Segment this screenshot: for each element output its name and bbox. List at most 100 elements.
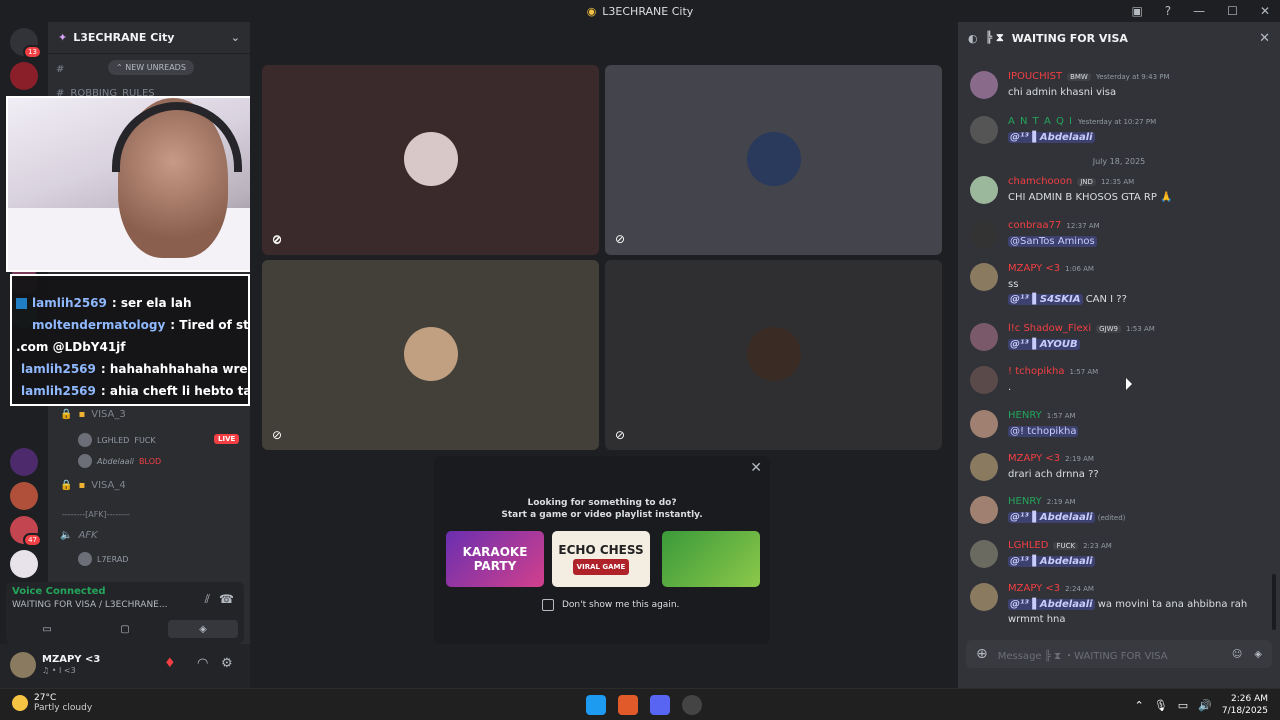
screenshare-button[interactable]: ▢: [90, 620, 160, 638]
voice-connected-label: Voice Connected: [12, 586, 106, 597]
voice-connection-panel: Voice Connected WAITING FOR VISA / L3ECH…: [6, 582, 244, 644]
day-separator: July 18, 2025: [1092, 157, 1146, 166]
emoji-icon[interactable]: ☺: [1232, 649, 1242, 660]
folder-icon: ▪: [78, 409, 86, 420]
server-badge-icon: ✦: [58, 31, 68, 44]
voice-channel-afk[interactable]: 🔈 AFK: [60, 530, 98, 541]
camera-button[interactable]: ▭: [12, 620, 82, 638]
network-icon[interactable]: ▭: [1178, 699, 1188, 712]
headphones-icon[interactable]: ◠: [197, 656, 208, 671]
add-attachment-icon[interactable]: ⊕: [976, 646, 988, 662]
help-icon[interactable]: ?: [1165, 4, 1171, 18]
avatar[interactable]: [970, 323, 998, 351]
mic-icon[interactable]: 🎙: [1154, 699, 1168, 712]
participant-tile[interactable]: ⊘: [262, 260, 599, 450]
user-mention[interactable]: @¹³ ▌S4SKIA: [1008, 294, 1083, 305]
user-mention[interactable]: @SanTos Aminos: [1008, 236, 1097, 247]
server-icon[interactable]: 47: [10, 516, 42, 547]
avatar[interactable]: [970, 540, 998, 568]
participant-tile[interactable]: [605, 65, 942, 255]
disconnect-icon[interactable]: ☎: [219, 592, 234, 606]
game-tile[interactable]: [662, 531, 760, 587]
activity-launcher: ✕ Looking for something to do? Start a g…: [434, 456, 770, 644]
new-unreads-pill[interactable]: ⌃ NEW UNREADS: [108, 60, 194, 75]
message-composer[interactable]: ⊕ Message ╠ ⧗ ・WAITING FOR VISA ☺ ◈: [966, 640, 1272, 668]
twitch-icon: [16, 297, 27, 309]
avatar[interactable]: [10, 652, 36, 678]
user-mention[interactable]: @¹³ ▌AYOUB: [1008, 339, 1080, 350]
chevron-up-icon[interactable]: ⌃: [1135, 699, 1144, 712]
webcam-overlay: [6, 96, 252, 272]
volume-icon[interactable]: 🔊: [1198, 699, 1212, 712]
close-button[interactable]: ✕: [1260, 4, 1270, 18]
participant-tile[interactable]: ⊘: [262, 65, 599, 255]
chat-header: ◐ ╠ ⧗ WAITING FOR VISA ✕: [968, 30, 1270, 46]
avatar[interactable]: [970, 366, 998, 394]
gamepad-icon[interactable]: ◈: [1254, 649, 1262, 660]
discord-icon[interactable]: [650, 695, 670, 715]
server-icon[interactable]: [10, 550, 38, 578]
server-icon: ◉: [586, 4, 597, 18]
activity-button[interactable]: ◈: [168, 620, 238, 638]
start-icon[interactable]: [586, 695, 606, 715]
chat-line: lamlih2569: ahia cheft li hebto tay: [21, 384, 250, 398]
chat-line: lamlih2569: hahahahhahaha wrem: [21, 362, 250, 376]
thread-icon: ◐: [968, 31, 978, 45]
weather-icon: [12, 695, 28, 711]
message-input[interactable]: Message ╠ ⧗ ・WAITING FOR VISA: [998, 647, 1168, 662]
dont-show-checkbox[interactable]: [542, 599, 554, 611]
gear-icon[interactable]: ⚙: [221, 656, 233, 671]
avatar[interactable]: [970, 453, 998, 481]
voice-channel-name[interactable]: WAITING FOR VISA / L3ECHRANE...: [12, 600, 167, 610]
scrollbar[interactable]: [1272, 574, 1276, 630]
voice-user[interactable]: LGHLED FUCK: [78, 433, 156, 447]
user-mention[interactable]: @¹³ ▌Abdelaali: [1008, 512, 1095, 523]
home-button[interactable]: 13: [10, 28, 42, 59]
channel-item[interactable]: #: [56, 64, 64, 75]
avatar[interactable]: [970, 496, 998, 524]
avatar[interactable]: [970, 583, 998, 611]
voice-channel-visa4[interactable]: 🔒 ▪ VISA_4: [60, 480, 126, 491]
voice-user[interactable]: L7ERAD: [78, 552, 128, 566]
user-mention[interactable]: @¹³ ▌Abdelaali: [1008, 599, 1095, 610]
avatar[interactable]: [970, 71, 998, 99]
chat-line: moltendermatology: Tired of strea: [32, 318, 249, 332]
avatar: [746, 327, 801, 381]
avatar: [78, 552, 92, 566]
user-mention[interactable]: @! tchopikha: [1008, 426, 1079, 437]
brave-icon[interactable]: [618, 695, 638, 715]
close-icon[interactable]: ✕: [1259, 31, 1270, 46]
mic-muted-icon[interactable]: ♦: [164, 656, 176, 671]
participant-tile[interactable]: ⊘: [605, 260, 942, 450]
server-icon[interactable]: [10, 448, 38, 476]
avatar: [403, 327, 458, 381]
minimize-button[interactable]: —: [1193, 4, 1205, 18]
chevron-down-icon[interactable]: ⌄: [231, 31, 240, 44]
maximize-button[interactable]: ☐: [1227, 4, 1238, 18]
game-echo-chess[interactable]: ECHO CHESS VIRAL GAME: [552, 531, 650, 587]
avatar: [403, 132, 458, 186]
voice-channel-visa3[interactable]: 🔒 ▪ VISA_3: [60, 409, 126, 420]
avatar[interactable]: [970, 116, 998, 144]
avatar: [746, 132, 801, 186]
noise-suppression-icon[interactable]: ⫽: [205, 592, 210, 607]
server-icon[interactable]: [10, 482, 38, 510]
game-karaoke-party[interactable]: KARAOKE PARTY: [446, 531, 544, 587]
clock[interactable]: 2:26 AM 7/18/2025: [1222, 693, 1268, 717]
inbox-icon[interactable]: ▣: [1131, 4, 1142, 18]
avatar[interactable]: [970, 410, 998, 438]
headphones: [112, 102, 242, 172]
user-mention[interactable]: @¹³ ▌Abdelaali: [1008, 132, 1095, 143]
close-icon[interactable]: ✕: [750, 460, 762, 476]
avatar[interactable]: [970, 220, 998, 248]
server-icon[interactable]: [10, 62, 38, 90]
live-badge: LIVE: [214, 434, 240, 444]
voice-user[interactable]: Abdelaali BLOD: [78, 454, 161, 468]
user-mention[interactable]: @¹³ ▌Abdelaali: [1008, 556, 1095, 567]
app-icon[interactable]: [682, 695, 702, 715]
weather-widget[interactable]: 27°C Partly cloudy: [12, 693, 92, 713]
avatar[interactable]: [970, 263, 998, 291]
server-header[interactable]: ✦ L3ECHRANE City ⌄: [48, 22, 250, 54]
mention-badge: 47: [23, 533, 42, 547]
avatar[interactable]: [970, 176, 998, 204]
